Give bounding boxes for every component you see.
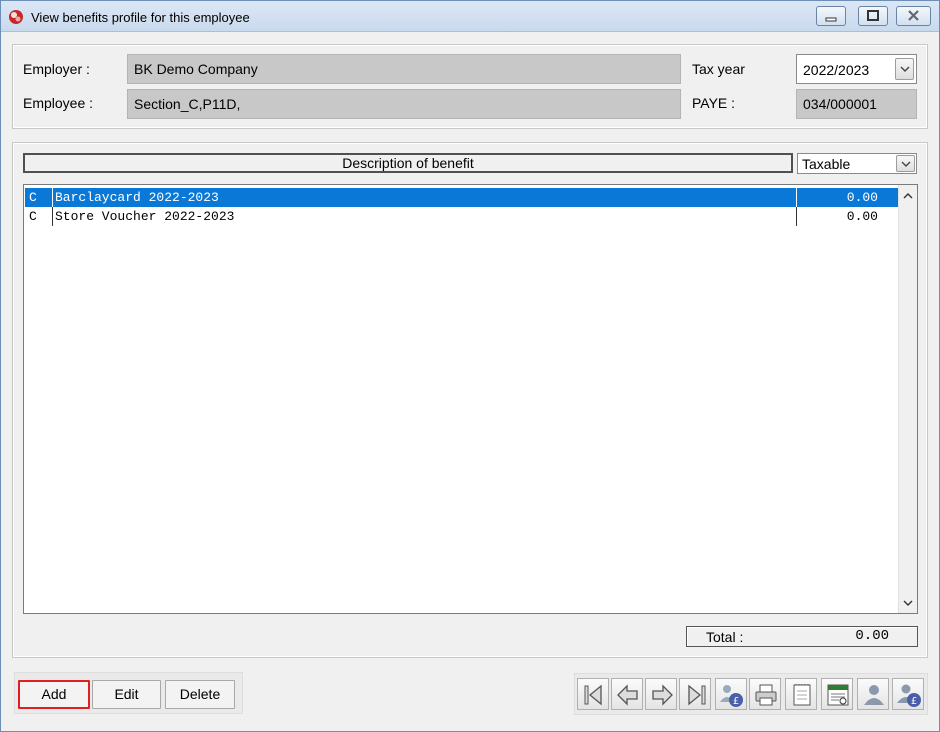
employee-field: Section_C,P11D, <box>127 89 681 119</box>
paye-field: 034/000001 <box>796 89 917 119</box>
benefit-amount: 0.00 <box>846 209 878 224</box>
benefit-code: C <box>29 209 37 224</box>
benefits-list[interactable]: C Barclaycard 2022-2023 0.00 C Store Vou… <box>23 184 918 614</box>
close-button[interactable] <box>896 6 931 26</box>
svg-text:£: £ <box>733 696 739 707</box>
last-record-icon[interactable] <box>679 678 711 710</box>
chevron-down-icon[interactable] <box>895 58 914 80</box>
maximize-button[interactable] <box>858 6 888 26</box>
svg-text:£: £ <box>911 696 917 707</box>
scroll-up-icon[interactable] <box>903 193 913 199</box>
first-record-icon[interactable] <box>577 678 609 710</box>
benefit-filter-select[interactable]: Taxable <box>797 153 917 174</box>
employee-pay-icon[interactable]: £ <box>715 678 747 710</box>
column-divider <box>796 207 797 226</box>
scroll-down-icon[interactable] <box>903 600 913 606</box>
benefit-filter-value: Taxable <box>802 156 851 172</box>
paye-label: PAYE : <box>692 95 736 111</box>
chevron-down-icon[interactable] <box>896 155 915 172</box>
edit-button[interactable]: Edit <box>92 680 161 709</box>
employee-pay-details-icon[interactable]: £ <box>892 678 924 710</box>
notes-icon[interactable] <box>785 678 817 710</box>
print-icon[interactable] <box>749 678 781 710</box>
report-view-icon[interactable] <box>821 678 853 710</box>
list-item[interactable]: C Store Voucher 2022-2023 0.00 <box>25 207 898 226</box>
benefit-amount: 0.00 <box>846 190 878 205</box>
app-logo-icon <box>8 9 24 25</box>
add-button[interactable]: Add <box>18 680 90 709</box>
benefit-description: Barclaycard 2022-2023 <box>52 188 219 207</box>
next-record-icon[interactable] <box>645 678 677 710</box>
tax-year-select[interactable]: 2022/2023 <box>796 54 917 84</box>
total-label: Total : <box>706 629 744 645</box>
benefit-description: Store Voucher 2022-2023 <box>52 207 234 226</box>
tax-year-value: 2022/2023 <box>803 62 870 78</box>
description-column-header[interactable]: Description of benefit <box>23 153 793 173</box>
minimize-button[interactable] <box>816 6 846 26</box>
employer-label: Employer : <box>23 61 90 77</box>
window-title: View benefits profile for this employee <box>31 10 250 25</box>
total-box: Total : 0.00 <box>686 626 918 647</box>
total-value: 0.00 <box>855 628 889 644</box>
vertical-scrollbar[interactable] <box>898 185 917 613</box>
tax-year-label: Tax year <box>692 61 745 77</box>
employee-icon[interactable] <box>857 678 889 710</box>
column-divider <box>796 188 797 207</box>
benefit-code: C <box>29 190 37 205</box>
employee-label: Employee : <box>23 95 94 111</box>
employer-field: BK Demo Company <box>127 54 681 84</box>
benefits-profile-window: View benefits profile for this employee … <box>0 0 940 732</box>
title-bar[interactable]: View benefits profile for this employee <box>1 1 939 32</box>
delete-button[interactable]: Delete <box>165 680 235 709</box>
previous-record-icon[interactable] <box>611 678 643 710</box>
list-item[interactable]: C Barclaycard 2022-2023 0.00 <box>25 188 898 207</box>
